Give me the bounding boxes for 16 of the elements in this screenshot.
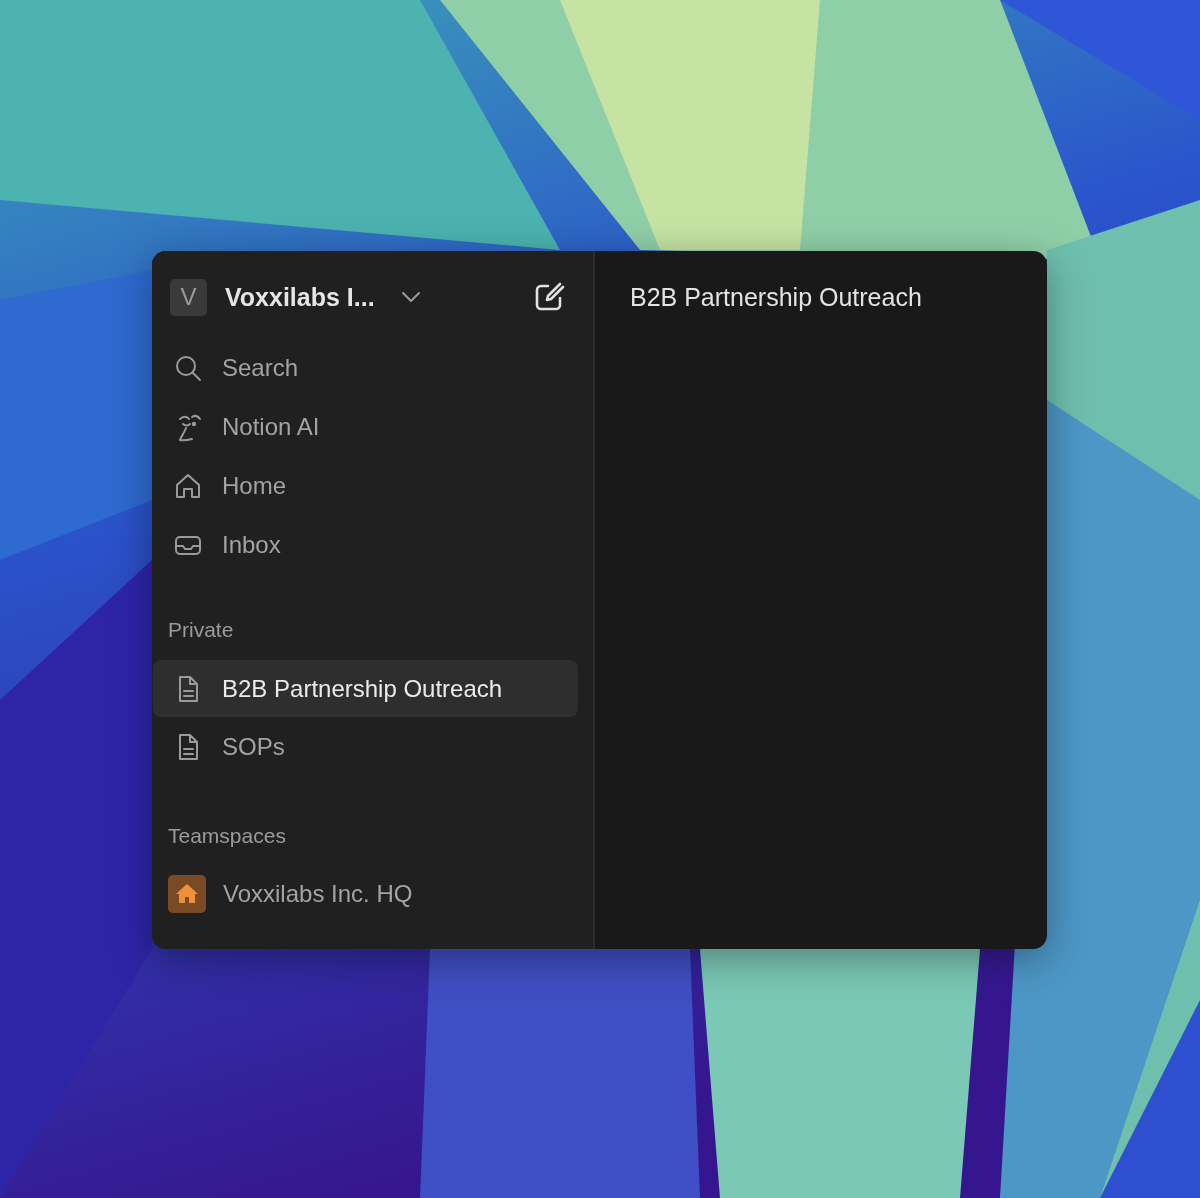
compose-icon xyxy=(533,281,565,313)
sidebar-item[interactable]: Notion AI xyxy=(153,397,578,456)
section-heading: Teamspaces xyxy=(167,823,287,849)
workspace-avatar: V xyxy=(170,278,207,316)
page-title: B2B Partnership Outreach xyxy=(630,282,922,313)
sidebar-item[interactable]: Voxxilabs Inc. HQ xyxy=(153,864,578,924)
sidebar-item[interactable]: SOPs xyxy=(153,717,578,776)
section-heading: Private xyxy=(167,617,235,643)
new-page-button[interactable] xyxy=(533,281,565,313)
workspace-switcher[interactable]: Voxxilabs I... xyxy=(225,282,421,312)
sidebar-item[interactable]: Home xyxy=(153,456,578,515)
sidebar-item[interactable]: B2B Partnership Outreach xyxy=(153,660,578,717)
sidebar-item[interactable]: Inbox xyxy=(153,515,578,574)
sidebar-item[interactable]: Search xyxy=(153,338,578,397)
chevron-down-icon xyxy=(400,291,421,303)
house-icon xyxy=(168,875,206,913)
